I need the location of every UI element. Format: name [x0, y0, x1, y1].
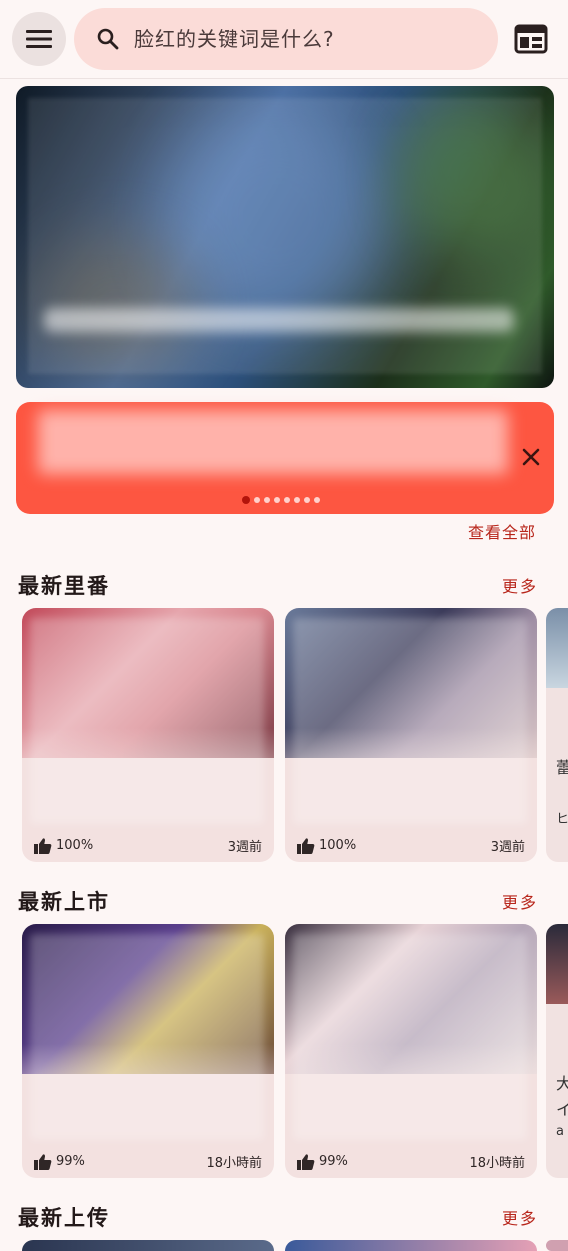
like-percent: 99% — [319, 1154, 348, 1169]
upload-time: 18小時前 — [206, 1156, 262, 1171]
upload-time: 18小時前 — [469, 1156, 525, 1171]
thumbs-up-icon — [297, 1153, 315, 1170]
section-title-latest-upload: 最新上传 — [18, 1206, 110, 1230]
search-input[interactable] — [132, 26, 466, 52]
video-card-peek[interactable]: 蕾 ヒ — [546, 608, 568, 862]
peek-text: 蕾 — [556, 758, 568, 777]
peek-text: 大 — [556, 1074, 568, 1093]
card-title-blurred — [293, 934, 527, 1140]
peek-text: ヒ — [556, 812, 568, 827]
card-title-blurred — [293, 618, 527, 824]
video-thumbnail — [546, 608, 568, 688]
video-card[interactable] — [22, 1240, 274, 1251]
card-meta: 100% 3週前 — [297, 836, 525, 855]
hero-caption-blurred — [44, 308, 514, 332]
page-dot[interactable] — [284, 497, 290, 503]
see-all-link[interactable]: 查看全部 — [468, 519, 536, 543]
card-meta: 99% 18小時前 — [34, 1152, 262, 1171]
section-more-link[interactable]: 更多 — [502, 1205, 538, 1229]
like-rating: 99% — [297, 1153, 348, 1170]
thumbs-up-icon — [34, 1153, 52, 1170]
menu-button[interactable] — [12, 12, 66, 66]
page-dot[interactable] — [314, 497, 320, 503]
top-divider — [0, 78, 568, 79]
like-percent: 100% — [56, 838, 94, 853]
thumbs-up-icon — [34, 837, 52, 854]
announcement-text-blurred — [38, 410, 508, 474]
card-title-blurred — [30, 618, 264, 824]
calendar-view-icon[interactable] — [514, 24, 548, 54]
video-card-peek[interactable]: 大 イ a — [546, 924, 568, 1178]
close-icon[interactable] — [518, 444, 544, 470]
like-rating: 99% — [34, 1153, 85, 1170]
video-card[interactable]: 100% 3週前 — [285, 608, 537, 862]
page-dot[interactable] — [254, 497, 260, 503]
search-icon — [97, 28, 119, 50]
page-dot[interactable] — [264, 497, 270, 503]
search-bar[interactable] — [74, 8, 498, 70]
page-dot[interactable] — [294, 497, 300, 503]
hero-carousel-image[interactable] — [16, 86, 554, 388]
page-dot-active[interactable] — [242, 496, 250, 504]
carousel-page-indicator — [242, 496, 320, 504]
peek-text: イ — [556, 1100, 568, 1119]
video-card[interactable]: 99% 18小時前 — [285, 924, 537, 1178]
section-title-new-release: 最新上市 — [18, 890, 110, 914]
like-rating: 100% — [297, 837, 357, 854]
hamburger-menu-icon — [26, 30, 52, 48]
section-title-latest-hentai: 最新里番 — [18, 574, 110, 598]
upload-time: 3週前 — [490, 840, 525, 855]
video-card[interactable]: 99% 18小時前 — [22, 924, 274, 1178]
card-meta: 100% 3週前 — [34, 836, 262, 855]
like-percent: 100% — [319, 838, 357, 853]
like-rating: 100% — [34, 837, 94, 854]
top-app-bar — [0, 0, 568, 78]
thumbs-up-icon — [297, 837, 315, 854]
peek-text: a — [556, 1124, 564, 1139]
video-card[interactable] — [285, 1240, 537, 1251]
upload-time: 3週前 — [227, 840, 262, 855]
video-thumbnail — [546, 924, 568, 1004]
video-card-peek[interactable] — [546, 1240, 568, 1251]
section-more-link[interactable]: 更多 — [502, 889, 538, 913]
announcement-banner[interactable] — [16, 402, 554, 514]
card-title-blurred — [30, 934, 264, 1140]
like-percent: 99% — [56, 1154, 85, 1169]
hero-blur-overlay — [28, 98, 542, 374]
page-dot[interactable] — [274, 497, 280, 503]
card-meta: 99% 18小時前 — [297, 1152, 525, 1171]
section-more-link[interactable]: 更多 — [502, 573, 538, 597]
video-card[interactable]: 100% 3週前 — [22, 608, 274, 862]
page-dot[interactable] — [304, 497, 310, 503]
